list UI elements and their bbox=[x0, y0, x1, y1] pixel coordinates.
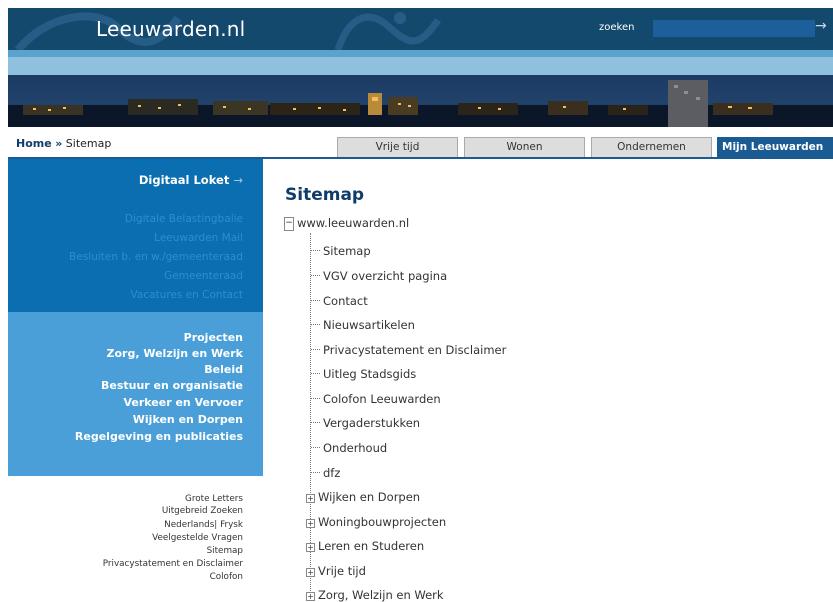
footer-link-sitemap[interactable]: Sitemap bbox=[207, 546, 243, 556]
site-logo[interactable]: Leeuwarden.nl bbox=[96, 17, 245, 41]
sidebar-category-verkeer[interactable]: Verkeer en Vervoer bbox=[123, 396, 243, 409]
tree-item-expandable[interactable]: Woningbouwprojecten bbox=[318, 515, 446, 529]
tree-item-expandable[interactable]: Vrije tijd bbox=[318, 564, 366, 578]
search-input[interactable] bbox=[653, 20, 815, 37]
footer-link-language[interactable]: Nederlands| Frysk bbox=[164, 520, 243, 530]
sidebar-link-besluiten[interactable]: Besluiten b. en w./gemeenteraad bbox=[69, 251, 243, 263]
page-title: Sitemap bbox=[285, 185, 365, 205]
sidebar: Digitaal Loket → Digitale Belastingbalie… bbox=[8, 159, 263, 599]
header: Leeuwarden.nl zoeken → bbox=[8, 8, 833, 50]
tree-item[interactable]: Privacystatement en Disclaimer bbox=[311, 343, 506, 357]
footer-link-grote-letters[interactable]: Grote Letters bbox=[185, 494, 243, 504]
expand-icon[interactable]: + bbox=[306, 592, 315, 601]
tree-item-expandable[interactable]: Wijken en Dorpen bbox=[318, 490, 420, 504]
tree-item[interactable]: Colofon Leeuwarden bbox=[311, 392, 441, 406]
tree-item[interactable]: Vergaderstukken bbox=[311, 416, 420, 430]
left-margin bbox=[0, 0, 8, 599]
sidebar-category-bestuur[interactable]: Bestuur en organisatie bbox=[101, 379, 243, 392]
footer-link-faq[interactable]: Veelgestelde Vragen bbox=[152, 533, 243, 543]
header-swirl-graphic bbox=[14, 12, 441, 50]
breadcrumb: Home » Sitemap bbox=[16, 137, 111, 150]
collapse-toggle-icon[interactable]: − bbox=[284, 217, 294, 231]
tree-item[interactable]: Onderhoud bbox=[311, 441, 387, 455]
tree-item[interactable]: Nieuwsartikelen bbox=[311, 318, 415, 332]
nav-bar: Home » Sitemap Vrije tijd Wonen Ondernem… bbox=[8, 127, 833, 158]
tree-item-expandable[interactable]: Leren en Studeren bbox=[318, 539, 424, 553]
header-stripe-light bbox=[8, 57, 833, 75]
category-panel: Projecten Zorg, Welzijn en Werk Beleid B… bbox=[8, 312, 263, 476]
tree-item[interactable]: dfz bbox=[311, 466, 340, 480]
breadcrumb-home-link[interactable]: Home bbox=[16, 137, 52, 150]
tree-item[interactable]: Uitleg Stadsgids bbox=[311, 367, 416, 381]
search-submit-arrow-icon[interactable]: → bbox=[815, 18, 827, 34]
tab-wonen[interactable]: Wonen bbox=[464, 137, 585, 157]
page: Leeuwarden.nl zoeken → Home » Sitemap Vr… bbox=[8, 8, 833, 602]
footer-link-colofon[interactable]: Colofon bbox=[210, 572, 243, 582]
sidebar-link-gemeenteraad[interactable]: Gemeenteraad bbox=[164, 270, 243, 282]
sidebar-category-zorg[interactable]: Zorg, Welzijn en Werk bbox=[107, 347, 243, 360]
digitaal-loket-panel: Digitaal Loket → Digitale Belastingbalie… bbox=[8, 159, 263, 312]
skyline-image bbox=[8, 80, 833, 127]
digitaal-loket-link[interactable]: Digitaal Loket → bbox=[139, 173, 243, 187]
sidebar-link-vacatures[interactable]: Vacatures en Contact bbox=[131, 289, 243, 301]
sidebar-link-leeuwarden-mail[interactable]: Leeuwarden Mail bbox=[154, 232, 243, 244]
expand-icon[interactable]: + bbox=[306, 543, 315, 552]
tab-mijn-leeuwarden[interactable]: Mijn Leeuwarden bbox=[717, 137, 833, 157]
sidebar-category-wijken[interactable]: Wijken en Dorpen bbox=[133, 413, 243, 426]
breadcrumb-separator: » bbox=[55, 137, 63, 150]
expand-icon[interactable]: + bbox=[306, 494, 315, 503]
tree-item[interactable]: Contact bbox=[311, 294, 368, 308]
tab-ondernemen[interactable]: Ondernemen bbox=[591, 137, 712, 157]
search-label: zoeken bbox=[599, 22, 635, 33]
tree-item-expandable[interactable]: Zorg, Welzijn en Werk bbox=[318, 588, 444, 602]
tree-item[interactable]: VGV overzicht pagina bbox=[311, 269, 447, 283]
header-stripe bbox=[8, 50, 833, 57]
tree-root-link[interactable]: www.leeuwarden.nl bbox=[297, 216, 409, 230]
digitaal-loket-label: Digitaal Loket bbox=[138, 173, 230, 187]
tree-item[interactable]: Sitemap bbox=[311, 244, 371, 258]
expand-icon[interactable]: + bbox=[306, 568, 315, 577]
footer-link-uitgebreid-zoeken[interactable]: Uitgebreid Zoeken bbox=[162, 506, 243, 516]
city-skyline-banner bbox=[8, 75, 833, 127]
tab-vrije-tijd[interactable]: Vrije tijd bbox=[337, 137, 458, 157]
footer-link-privacy[interactable]: Privacystatement en Disclaimer bbox=[103, 559, 243, 569]
main-content: Sitemap − www.leeuwarden.nl Sitemap VGV … bbox=[263, 159, 833, 602]
sidebar-category-beleid[interactable]: Beleid bbox=[204, 363, 243, 376]
breadcrumb-current: Sitemap bbox=[65, 137, 112, 150]
sidebar-category-projecten[interactable]: Projecten bbox=[184, 331, 243, 344]
sidebar-link-belastingbalie[interactable]: Digitale Belastingbalie bbox=[125, 213, 243, 225]
arrow-right-icon: → bbox=[233, 173, 243, 187]
sidebar-category-regelgeving[interactable]: Regelgeving en publicaties bbox=[75, 430, 243, 443]
expand-icon[interactable]: + bbox=[306, 519, 315, 528]
